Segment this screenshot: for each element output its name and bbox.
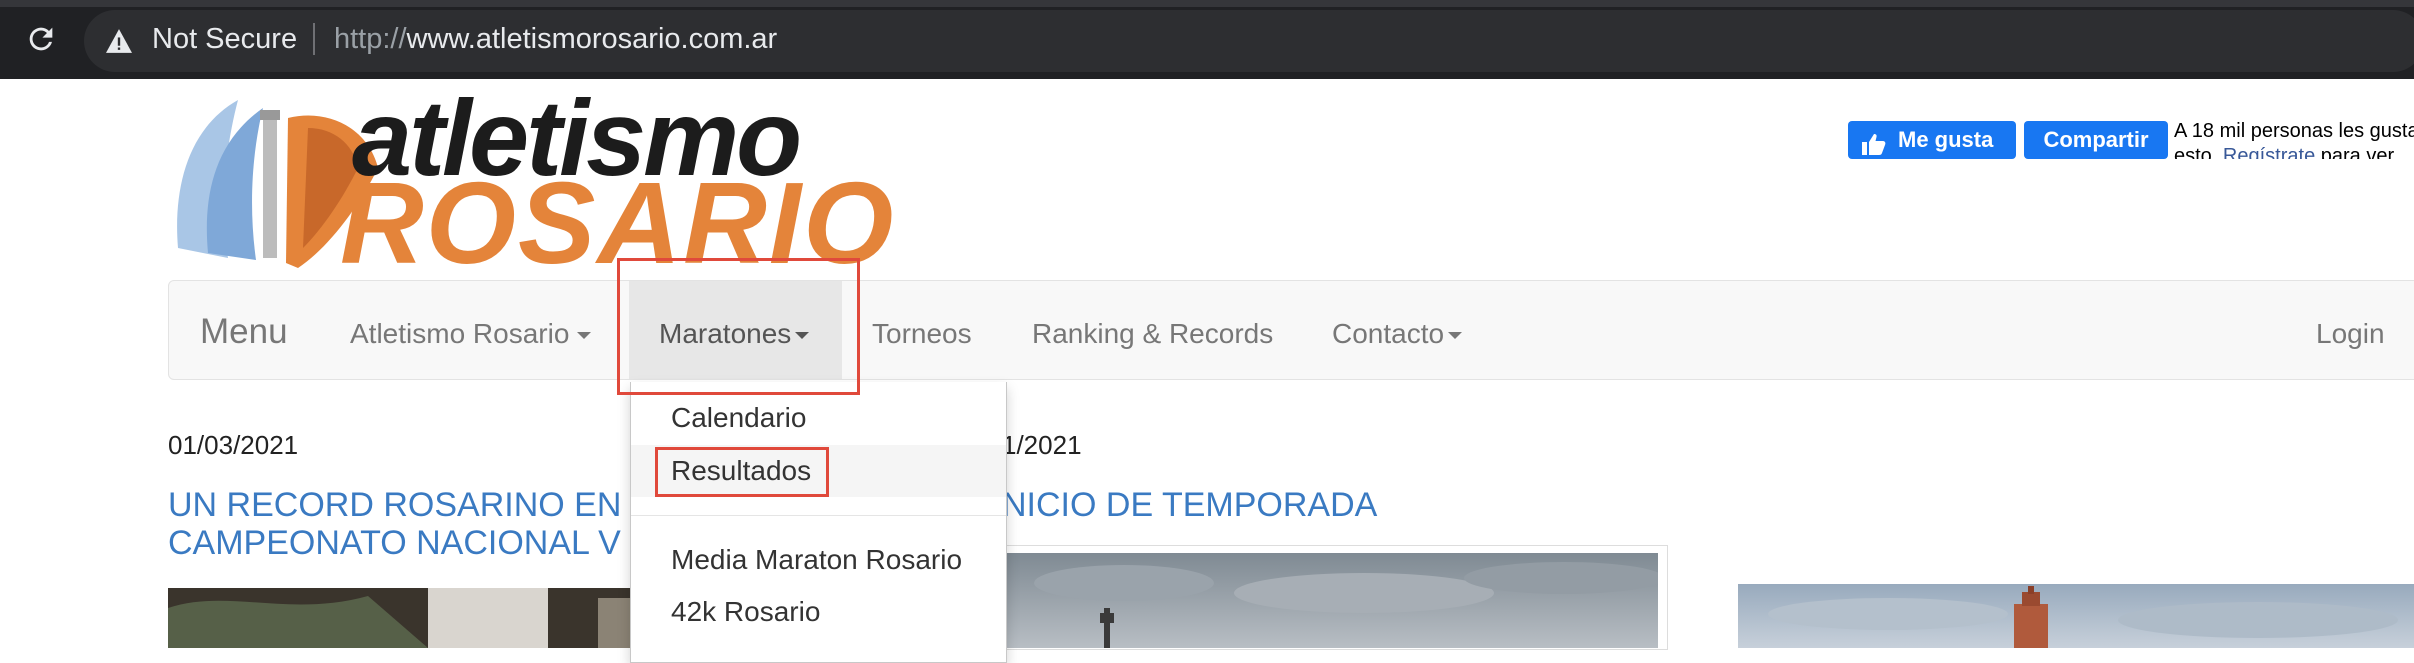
facebook-social-text: A 18 mil personas les gusta esto. Regíst…	[2174, 119, 2414, 159]
social-text-suffix: para ver	[2320, 145, 2395, 159]
highlight-box-maratones	[617, 258, 860, 395]
browser-toolbar: Not Secure http://www.atletismorosario.c…	[0, 0, 2414, 79]
url-text[interactable]: http://www.atletismorosario.com.ar	[334, 23, 777, 56]
nav-item-login[interactable]: Login	[2316, 318, 2385, 350]
address-separator	[313, 23, 315, 55]
social-text-prefix: esto.	[2174, 145, 2218, 159]
nav-item-atletismo-rosario[interactable]: Atletismo Rosario	[350, 318, 592, 350]
maratones-dropdown-menu: Calendario Resultados Media Maraton Rosa…	[630, 382, 1007, 663]
reload-icon[interactable]	[24, 22, 58, 56]
post-date: 1/2021	[1002, 430, 1082, 460]
highlight-box-resultados	[655, 447, 829, 497]
warning-icon[interactable]	[104, 28, 134, 59]
facebook-like-button[interactable]: Me gusta	[1848, 121, 2016, 159]
security-label[interactable]: Not Secure	[152, 23, 297, 56]
post-title-line2: CAMPEONATO NACIONAL V	[168, 524, 621, 562]
dropdown-item-media-maraton-rosario[interactable]: Media Maraton Rosario	[671, 544, 962, 576]
post-date: 01/03/2021	[168, 430, 299, 460]
facebook-share-button[interactable]: Compartir	[2024, 121, 2168, 159]
nav-item-label: Atletismo Rosario	[350, 318, 570, 349]
url-host: www.atletismorosario.com.ar	[406, 23, 778, 55]
nav-item-ranking-records[interactable]: Ranking & Records	[1032, 318, 1273, 350]
post-title-link[interactable]: UN RECORD ROSARINO EN CAMPEONATO NACIONA…	[168, 486, 621, 562]
dropdown-item-calendario[interactable]: Calendario	[671, 402, 806, 434]
post-title-line1: UN RECORD ROSARINO EN	[168, 486, 622, 524]
nav-item-torneos[interactable]: Torneos	[872, 318, 972, 350]
register-link[interactable]: Regístrate	[2223, 145, 2315, 159]
url-scheme: http://	[334, 23, 407, 55]
facebook-like-label: Me gusta	[1898, 127, 1994, 152]
tab-strip-edge	[0, 0, 2414, 7]
dropdown-divider	[631, 515, 1006, 516]
social-text-line1: A 18 mil personas les gusta	[2174, 120, 2414, 142]
caret-down-icon	[1448, 332, 1463, 340]
post-title-link[interactable]: NICIO DE TEMPORADA	[1002, 486, 1377, 524]
caret-down-icon	[577, 332, 592, 340]
dropdown-item-42k-rosario[interactable]: 42k Rosario	[671, 596, 820, 628]
navbar-brand[interactable]: Menu	[200, 312, 288, 352]
thumbs-up-icon	[1862, 129, 1886, 167]
post-image[interactable]	[1738, 584, 2414, 648]
nav-item-label: Contacto	[1332, 318, 1445, 349]
social-text-line2: esto. Regístrate para ver	[2174, 144, 2414, 159]
post-image[interactable]	[1004, 553, 1658, 648]
nav-item-contacto[interactable]: Contacto	[1332, 318, 1463, 350]
